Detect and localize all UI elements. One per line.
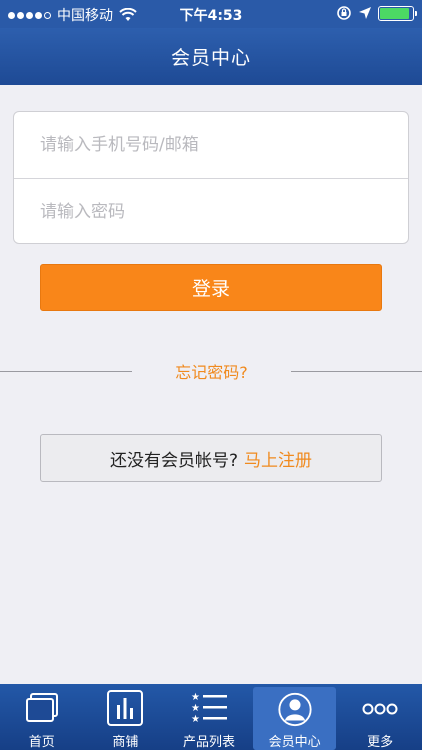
more-icon bbox=[362, 703, 398, 715]
status-right bbox=[336, 5, 417, 21]
register-button[interactable]: 还没有会员帐号? 马上注册 bbox=[40, 434, 382, 482]
tab-bar: 首页 商铺 ★ ★ ★ 产品列表 会员中心 更多 bbox=[0, 684, 422, 750]
forgot-password-link[interactable]: 忘记密码? bbox=[132, 359, 291, 383]
home-icon bbox=[25, 693, 58, 722]
register-link[interactable]: 马上注册 bbox=[244, 446, 312, 471]
tab-more[interactable]: 更多 bbox=[338, 684, 422, 750]
login-form bbox=[13, 111, 409, 244]
battery-fill bbox=[380, 7, 409, 19]
divider-right bbox=[291, 371, 422, 372]
svg-text:★: ★ bbox=[191, 692, 200, 703]
forgot-password-row: 忘记密码? bbox=[0, 356, 422, 386]
tab-member-center[interactable]: 会员中心 bbox=[252, 687, 337, 750]
svg-text:★: ★ bbox=[191, 703, 200, 714]
status-bar: 中国移动 下午4:53 bbox=[0, 0, 422, 28]
location-icon bbox=[359, 7, 371, 19]
tab-label: 产品列表 bbox=[182, 735, 235, 750]
product-list-icon: ★ ★ ★ bbox=[191, 692, 227, 725]
svg-text:★: ★ bbox=[191, 714, 200, 725]
account-input[interactable] bbox=[14, 112, 408, 178]
shop-icon bbox=[107, 690, 144, 726]
password-input[interactable] bbox=[14, 179, 408, 243]
member-icon bbox=[277, 692, 312, 727]
page-title: 会员中心 bbox=[170, 47, 251, 69]
nav-bar: 会员中心 bbox=[0, 28, 422, 85]
tab-shop[interactable]: 商铺 bbox=[84, 684, 168, 750]
tab-home[interactable]: 首页 bbox=[0, 684, 84, 750]
divider-left bbox=[0, 371, 132, 372]
tab-label: 会员中心 bbox=[268, 735, 321, 750]
tab-label: 首页 bbox=[28, 735, 55, 750]
tab-label: 商铺 bbox=[112, 735, 139, 750]
battery-icon bbox=[378, 5, 417, 21]
register-question: 还没有会员帐号? bbox=[109, 450, 239, 471]
tab-label: 更多 bbox=[367, 735, 394, 750]
login-button[interactable]: 登录 bbox=[40, 264, 382, 311]
rotation-lock-icon bbox=[337, 6, 351, 20]
tab-product-list[interactable]: ★ ★ ★ 产品列表 bbox=[167, 684, 251, 750]
